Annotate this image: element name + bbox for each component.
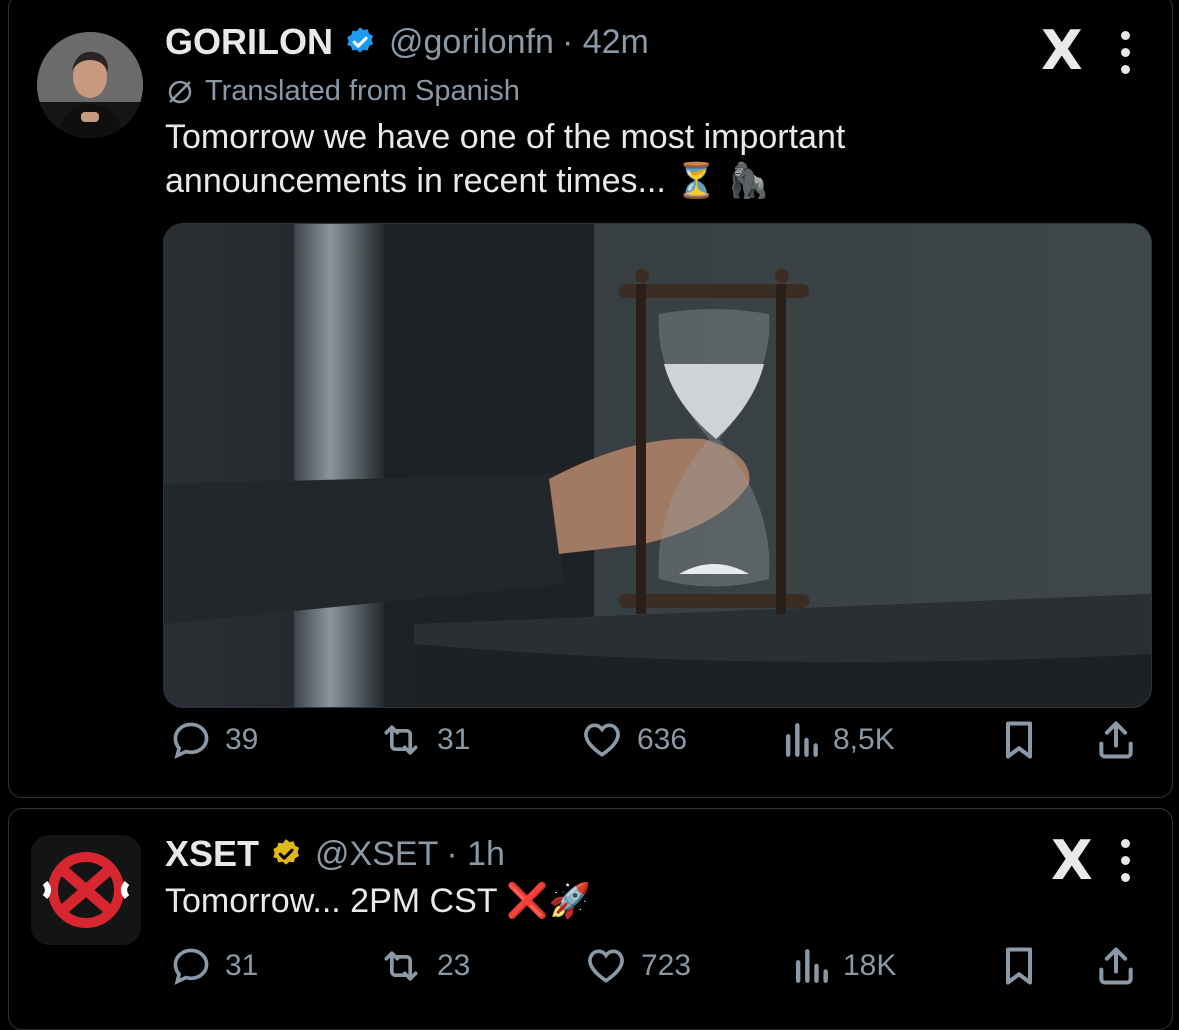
views-count: 18K (843, 949, 897, 982)
display-name[interactable]: XSET (165, 833, 259, 875)
like-count: 636 (637, 723, 688, 756)
x-logo-icon: X (1041, 19, 1083, 82)
reply-icon (173, 722, 209, 759)
bookmark-button[interactable] (999, 944, 1051, 988)
reply-icon (173, 948, 209, 985)
heart-icon (588, 949, 624, 983)
translated-label: Translated from Spanish (205, 75, 520, 107)
reply-button[interactable]: 31 (169, 944, 258, 988)
bookmark-icon (1005, 721, 1033, 759)
more-options-icon[interactable] (1121, 31, 1131, 74)
x-logo-icon: X (1051, 829, 1093, 892)
reply-count: 31 (225, 949, 259, 982)
tweet-media-image[interactable] (163, 223, 1152, 708)
views-button[interactable]: 18K (791, 944, 896, 988)
timestamp[interactable]: · 42m (562, 23, 649, 62)
translate-icon (168, 80, 192, 103)
tweet-text-line-2: announcements in recent times... ⏳ 🦍 (165, 162, 770, 200)
tweet-text: Tomorrow... 2PM CST ❌🚀 (165, 882, 592, 920)
share-icon (1099, 947, 1133, 985)
views-icon (785, 723, 818, 757)
hourglass-photo-icon (164, 224, 1151, 707)
tweet-header: GORILON @gorilonfn · 42m (165, 17, 649, 67)
like-count: 723 (641, 949, 692, 982)
share-icon (1099, 721, 1133, 759)
repost-button[interactable]: 31 (377, 718, 470, 762)
translation-note[interactable]: Translated from Spanish (165, 75, 520, 108)
avatar[interactable] (37, 32, 143, 138)
reply-count: 39 (225, 723, 259, 756)
views-icon (795, 949, 828, 983)
repost-button[interactable]: 23 (377, 944, 470, 988)
bookmark-button[interactable] (999, 718, 1051, 762)
avatar[interactable] (31, 835, 141, 945)
handle[interactable]: @XSET (315, 835, 438, 874)
xset-logo-icon (31, 835, 141, 945)
repost-count: 23 (437, 949, 471, 982)
tweet-card-xset[interactable]: XSET @XSET · 1h X Tomorrow... 2PM CST ❌🚀… (8, 808, 1173, 1030)
heart-icon (584, 723, 620, 757)
repost-icon (384, 725, 418, 755)
verified-badge-icon (273, 839, 300, 865)
share-button[interactable] (1094, 718, 1150, 762)
person-avatar-icon (37, 32, 143, 138)
timestamp[interactable]: · 1h (446, 835, 505, 874)
tweet-text-line-1: Tomorrow we have one of the most importa… (165, 118, 846, 156)
like-button[interactable]: 723 (583, 944, 691, 988)
tweet-header: XSET @XSET · 1h (165, 829, 505, 879)
repost-icon (384, 951, 418, 981)
views-count: 8,5K (833, 723, 895, 756)
reply-button[interactable]: 39 (169, 718, 258, 762)
like-button[interactable]: 636 (579, 718, 687, 762)
more-options-icon[interactable] (1121, 839, 1131, 882)
verified-badge-icon (347, 27, 374, 53)
repost-count: 31 (437, 723, 471, 756)
share-button[interactable] (1094, 944, 1150, 988)
tweet-actions: 31 23 723 18K (169, 944, 1133, 994)
bookmark-icon (1005, 947, 1033, 985)
display-name[interactable]: GORILON (165, 21, 333, 63)
tweet-actions: 39 31 636 8,5K (169, 718, 1133, 768)
views-button[interactable]: 8,5K (781, 718, 895, 762)
handle[interactable]: @gorilonfn (389, 23, 554, 62)
tweet-card-gorilon[interactable]: GORILON @gorilonfn · 42m X Translated fr… (8, 0, 1173, 798)
